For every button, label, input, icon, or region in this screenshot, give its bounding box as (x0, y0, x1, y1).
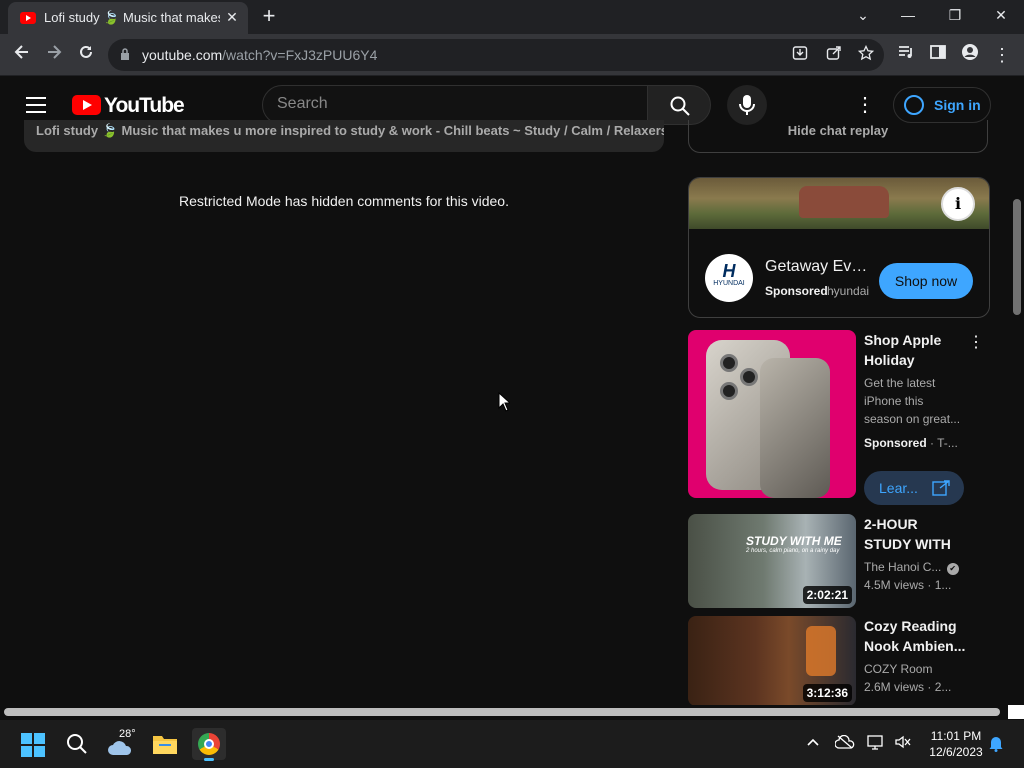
system-clock[interactable]: 11:01 PM 12/6/2023 (916, 728, 996, 760)
video-title[interactable]: Cozy Reading Nook Ambien... (864, 616, 966, 656)
url-text: youtube.com/watch?v=FxJ3zPUU6Y4 (142, 47, 378, 63)
ad-title[interactable]: Getaway Eve... (765, 258, 873, 276)
related-video-item[interactable]: STUDY WITH ME 2 hours, calm piano, on a … (688, 514, 990, 608)
microphone-icon (739, 95, 755, 115)
video-stats: 4.5M views · 1... (864, 578, 952, 592)
ad-info-icon[interactable]: i (941, 187, 975, 221)
related-video-item[interactable]: 3:12:36 Cozy Reading Nook Ambien... COZY… (688, 616, 990, 706)
video-thumbnail[interactable]: 3:12:36 (688, 616, 856, 706)
youtube-play-icon (72, 95, 101, 115)
promoted-video-item[interactable]: Shop Apple Holiday Deals... ⋮ Get the la… (688, 330, 990, 505)
search-box[interactable] (262, 85, 648, 125)
new-tab-button[interactable]: + (258, 5, 280, 28)
back-arrow-icon[interactable] (10, 43, 34, 67)
windows-taskbar: 28° 11:01 PM 12/6/2023 (0, 720, 1024, 768)
video-duration: 2:02:21 (802, 586, 852, 604)
thumbnail-subtitle-text: 2 hours, calm piano, on a rainy day (746, 548, 840, 554)
profile-icon[interactable] (958, 43, 982, 67)
sponsored-ad-card[interactable]: i H HYUNDAI Getaway Eve... Sponsored · hy… (688, 177, 990, 318)
video-stats: 2.6M views · 2... (864, 680, 952, 694)
iphone-front-image (760, 358, 830, 498)
chat-replay-panel[interactable]: Hide chat replay (688, 120, 988, 153)
guide-menu-icon[interactable] (26, 97, 46, 113)
chat-replay-toggle[interactable]: Hide chat replay (689, 123, 987, 138)
description-text: Lofi study 🍃 Music that makes u more ins… (36, 123, 664, 138)
sign-in-button[interactable]: Sign in (893, 87, 991, 123)
install-app-icon[interactable] (790, 45, 810, 65)
media-control-icon[interactable] (894, 43, 918, 67)
fireplace-image (806, 626, 836, 676)
promo-thumbnail[interactable] (688, 330, 856, 498)
share-icon[interactable] (824, 45, 844, 65)
weather-temperature: 28° (119, 728, 136, 740)
channel-name[interactable]: COZY Room (864, 660, 964, 678)
chrome-taskbar-icon[interactable] (192, 728, 226, 761)
video-description-card[interactable]: Lofi study 🍃 Music that makes u more ins… (24, 120, 664, 152)
clock-time: 11:01 PM (930, 729, 982, 743)
bookmark-star-icon[interactable] (856, 44, 876, 65)
file-explorer-icon[interactable] (148, 728, 182, 760)
ad-domain: hyundaiusa.com (827, 284, 869, 298)
ad-car-image (799, 186, 889, 218)
forward-arrow-icon[interactable] (42, 43, 66, 67)
youtube-wordmark: YouTube (104, 94, 185, 117)
settings-menu-icon[interactable]: ⋮ (855, 93, 875, 117)
notification-bell-icon[interactable] (986, 734, 1006, 754)
minimize-button[interactable]: — (894, 4, 922, 26)
youtube-favicon-icon (20, 12, 36, 24)
onedrive-icon[interactable] (834, 734, 855, 754)
restricted-mode-message: Restricted Mode has hidden comments for … (179, 193, 509, 209)
video-duration: 3:12:36 (802, 684, 852, 702)
horizontal-scroll-thumb[interactable] (4, 708, 1000, 716)
show-hidden-icons-chevron-icon[interactable] (803, 734, 823, 754)
search-input[interactable] (277, 95, 637, 113)
scrollbar-corner (1008, 705, 1024, 719)
promo-description: Get the latest iPhone this season on gre… (864, 376, 961, 426)
channel-name[interactable]: The Hanoi C... ✔ (864, 558, 964, 576)
ad-sponsored-label: Sponsored · (765, 284, 836, 298)
browser-toolbar: youtube.com/watch?v=FxJ3zPUU6Y4 ⋮ (0, 34, 1024, 76)
account-icon (904, 95, 924, 115)
browser-tab[interactable]: Lofi study 🍃 Music that makes ✕ (8, 2, 248, 34)
close-window-button[interactable]: ✕ (987, 4, 1015, 26)
shop-now-button[interactable]: Shop now (879, 263, 973, 299)
horizontal-scrollbar[interactable] (0, 705, 1008, 719)
active-app-indicator (204, 758, 214, 761)
promo-sponsored-label: Sponsored · T-... (864, 436, 958, 450)
search-icon (670, 96, 690, 116)
tab-search-dropdown-icon[interactable]: ⌄ (849, 4, 877, 26)
search-button[interactable] (647, 85, 711, 125)
reload-icon[interactable] (74, 43, 98, 67)
search-icon[interactable] (60, 728, 94, 760)
cloud-icon (108, 741, 132, 755)
video-thumbnail[interactable]: STUDY WITH ME 2 hours, calm piano, on a … (688, 514, 856, 608)
thumbnail-title-text: STUDY WITH ME (746, 534, 842, 548)
video-title[interactable]: 2-HOUR STUDY WITH ME ON ... (864, 514, 966, 554)
weather-widget[interactable]: 28° (104, 728, 138, 760)
network-icon[interactable] (866, 734, 886, 754)
browser-tab-strip: Lofi study 🍃 Music that makes ✕ + ⌄ — ❐ … (0, 0, 1024, 34)
mouse-cursor-icon (498, 392, 510, 412)
chrome-menu-icon[interactable]: ⋮ (990, 43, 1014, 67)
verified-icon: ✔ (946, 563, 959, 575)
side-panel-icon[interactable] (926, 43, 950, 67)
sign-in-label: Sign in (934, 97, 981, 113)
clock-date: 12/6/2023 (929, 745, 983, 759)
restore-button[interactable]: ❐ (941, 4, 969, 26)
tab-title: Lofi study 🍃 Music that makes (44, 10, 220, 25)
volume-muted-icon[interactable] (893, 734, 913, 754)
windows-start-icon[interactable] (16, 728, 50, 760)
voice-search-button[interactable] (727, 85, 767, 125)
tab-close-icon[interactable]: ✕ (224, 9, 240, 25)
external-link-icon (932, 480, 950, 496)
vertical-scroll-thumb[interactable] (1013, 199, 1021, 315)
learn-more-button[interactable]: Lear... (864, 471, 964, 505)
promo-menu-icon[interactable]: ⋮ (968, 332, 984, 352)
hyundai-logo: H HYUNDAI (705, 254, 753, 302)
address-bar[interactable]: youtube.com/watch?v=FxJ3zPUU6Y4 (108, 39, 884, 71)
promo-title[interactable]: Shop Apple Holiday Deals... (864, 330, 966, 370)
lock-icon[interactable] (120, 48, 130, 60)
vertical-scrollbar[interactable] (1010, 133, 1024, 705)
